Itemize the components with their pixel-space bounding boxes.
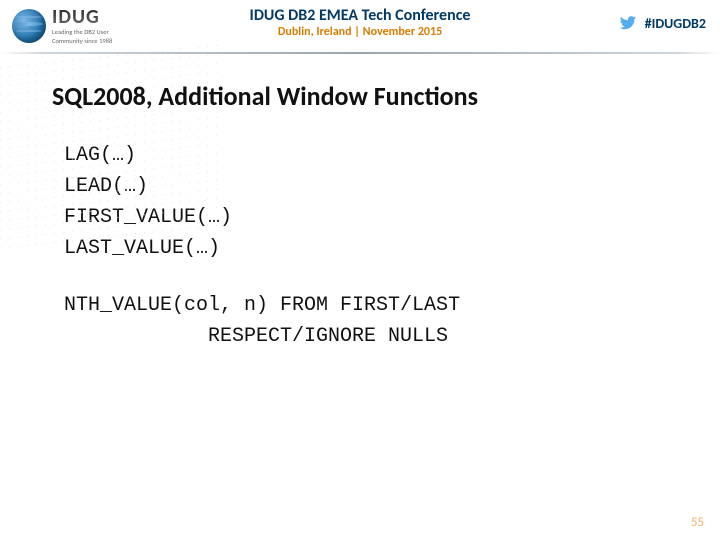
hashtag-block: #IDUGDB2 bbox=[617, 14, 706, 32]
slide-title: SQL2008, Additional Window Functions bbox=[52, 80, 720, 112]
conference-location: Dublin, Ireland | November 2015 bbox=[250, 25, 471, 39]
func-lag: LAG(…) bbox=[64, 140, 720, 171]
page-number: 55 bbox=[691, 515, 704, 530]
logo-text-block: IDUG Leading the DB2 User Community sinc… bbox=[52, 7, 112, 45]
func-lead: LEAD(…) bbox=[64, 171, 720, 202]
logo-block: IDUG Leading the DB2 User Community sinc… bbox=[12, 7, 112, 45]
header-divider bbox=[0, 52, 720, 54]
nth-line1: NTH_VALUE(col, n) FROM FIRST/LAST bbox=[64, 290, 720, 321]
globe-icon bbox=[12, 9, 46, 43]
func-last-value: LAST_VALUE(…) bbox=[64, 233, 720, 264]
hashtag-text: #IDUGDB2 bbox=[645, 15, 706, 32]
header-center: IDUG DB2 EMEA Tech Conference Dublin, Ir… bbox=[250, 6, 471, 39]
logo-tagline-1: Leading the DB2 User bbox=[52, 29, 112, 36]
slide-content: LAG(…) LEAD(…) FIRST_VALUE(…) LAST_VALUE… bbox=[64, 140, 720, 352]
nth-line2: RESPECT/IGNORE NULLS bbox=[64, 321, 720, 352]
slide-header: IDUG Leading the DB2 User Community sinc… bbox=[0, 0, 720, 52]
conference-title: IDUG DB2 EMEA Tech Conference bbox=[250, 6, 471, 25]
twitter-icon bbox=[617, 14, 639, 32]
logo-tagline-2: Community since 1988 bbox=[52, 38, 112, 45]
logo-name: IDUG bbox=[52, 7, 112, 27]
func-first-value: FIRST_VALUE(…) bbox=[64, 202, 720, 233]
nth-value-block: NTH_VALUE(col, n) FROM FIRST/LAST RESPEC… bbox=[64, 290, 720, 352]
